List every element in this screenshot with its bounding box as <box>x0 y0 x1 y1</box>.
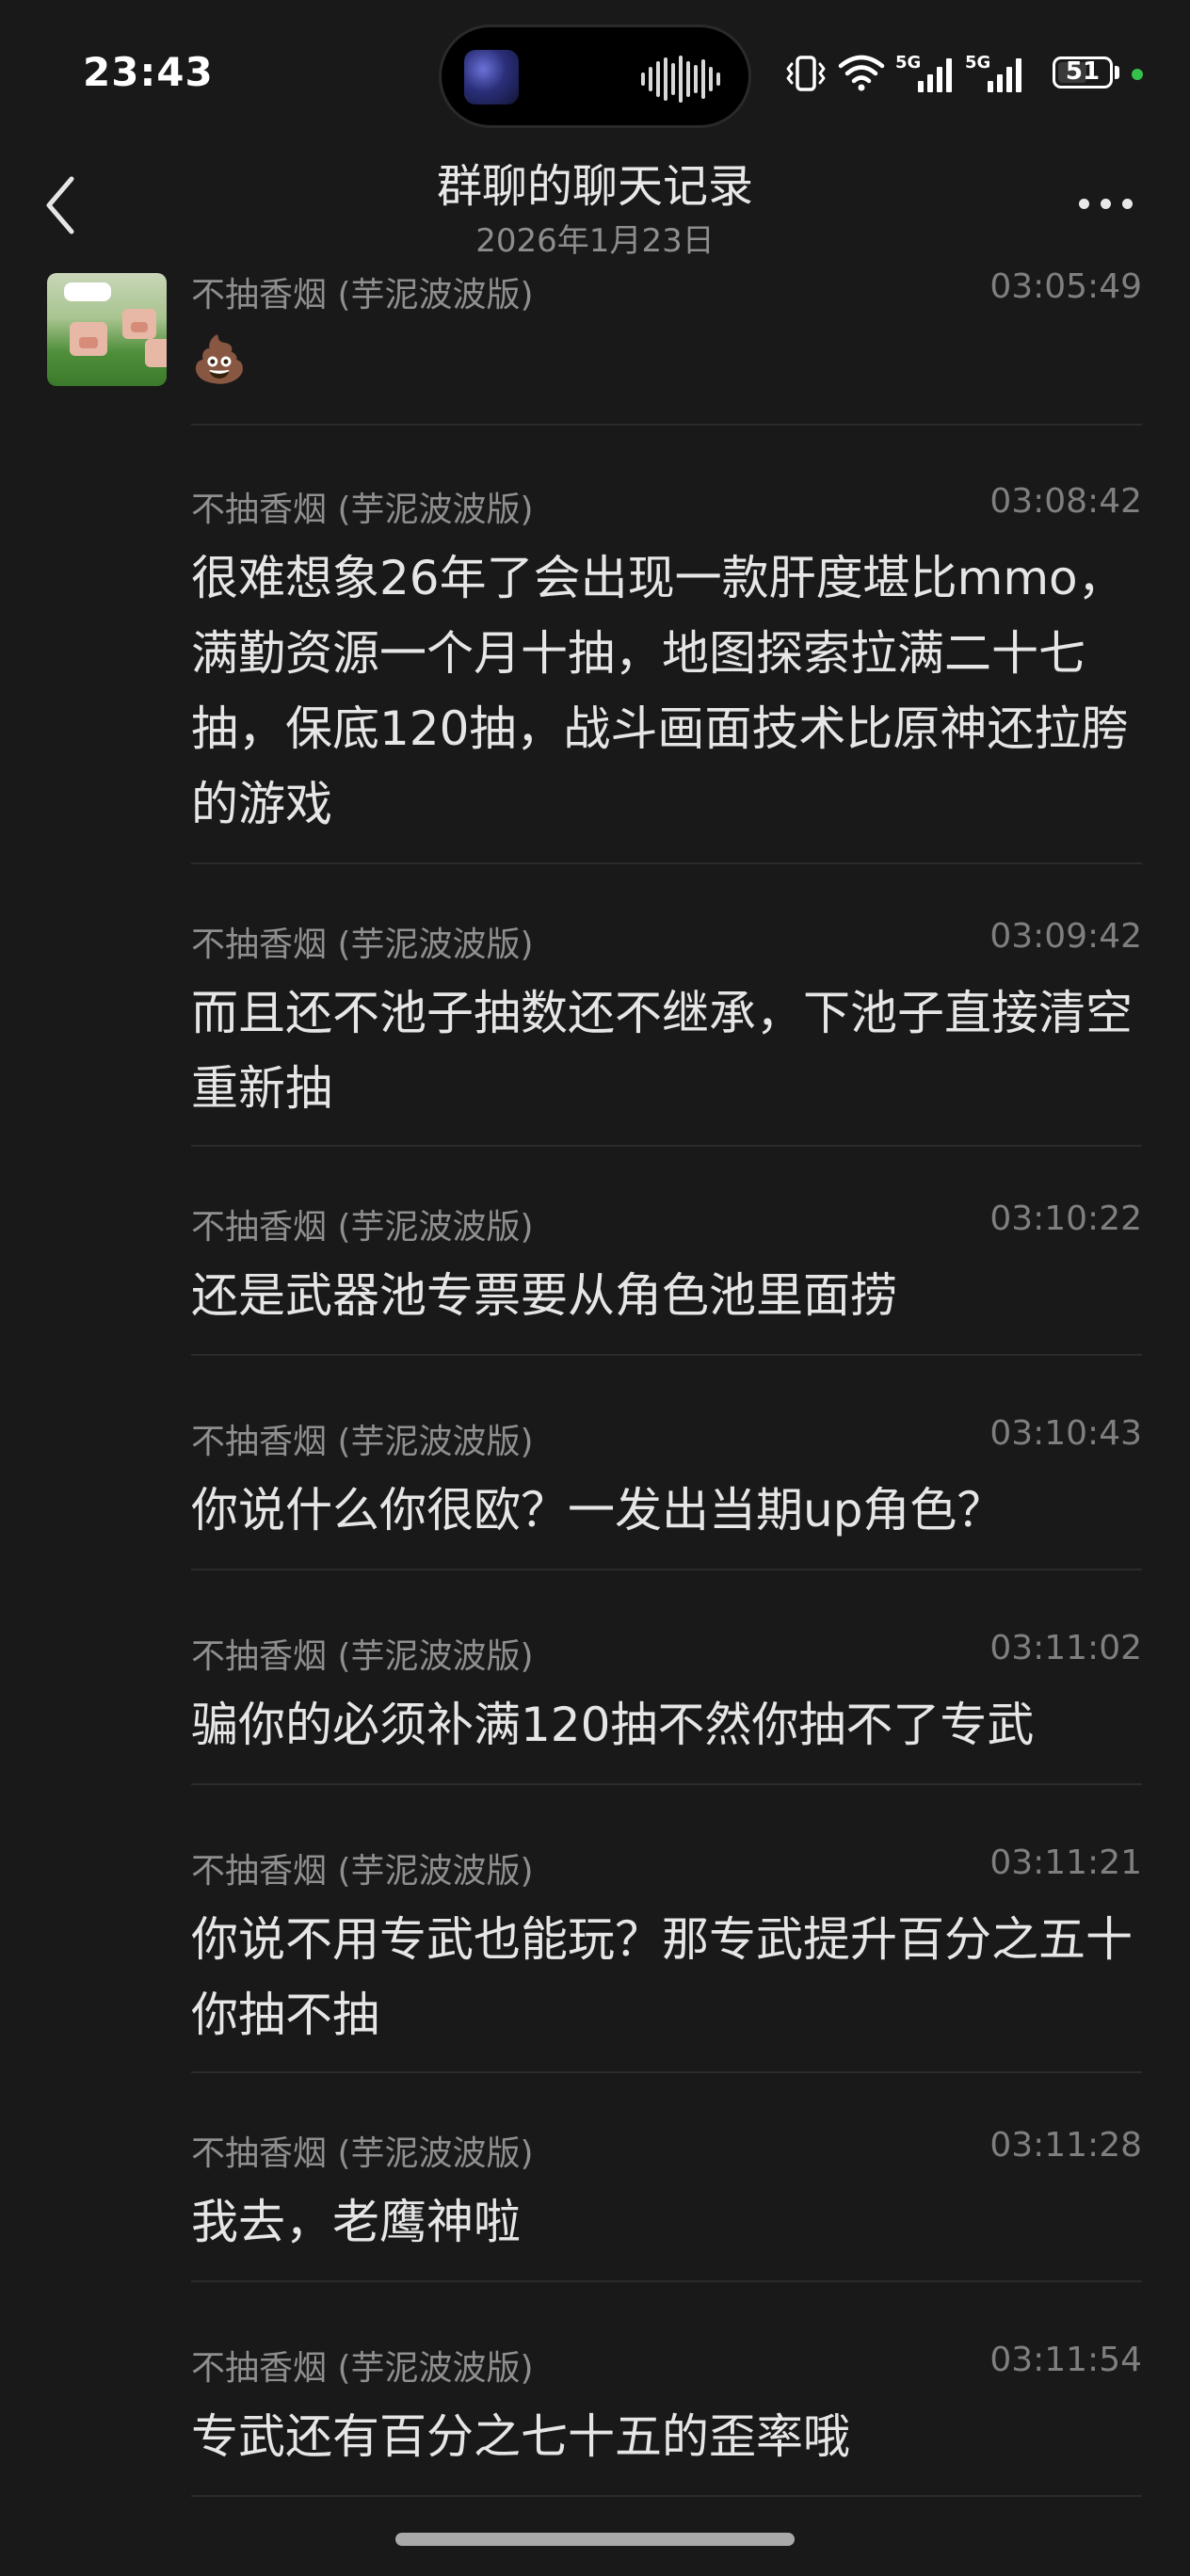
message-time: 03:05:49 <box>989 267 1142 306</box>
message-time: 03:10:43 <box>989 1414 1142 1453</box>
battery-nub <box>1115 66 1119 79</box>
message-time: 03:11:21 <box>989 1843 1142 1882</box>
message-text: 💩 <box>191 333 248 386</box>
sender-name: 不抽香烟 (芋泥波波版) <box>191 1423 534 1461</box>
privacy-indicator-dot <box>1132 69 1143 80</box>
avatar-pig-3 <box>145 339 167 367</box>
message-time: 03:11:02 <box>989 1629 1142 1667</box>
message-time: 03:11:54 <box>989 2341 1142 2379</box>
sender-name: 不抽香烟 (芋泥波波版) <box>191 491 534 529</box>
message-item[interactable]: 不抽香烟 (芋泥波波版) 03:10:43 你说什么你很欧？一发出当期up角色？ <box>191 1414 1142 1538</box>
divider <box>191 2495 1142 2497</box>
page-title: 群聊的聊天记录 <box>436 160 753 213</box>
avatar-speech-bubble <box>64 282 111 301</box>
message-item[interactable]: 不抽香烟 (芋泥波波版) 03:08:42 很难想象26年了会出现一款肝度堪比m… <box>191 482 1142 831</box>
message-text: 而且还不池子抽数还不继承，下池子直接清空重新抽 <box>191 986 1133 1116</box>
sender-name: 不抽香烟 (芋泥波波版) <box>191 1637 534 1676</box>
message-time: 03:08:42 <box>989 482 1142 521</box>
record-date: 2026年1月23日 <box>475 222 715 260</box>
message-text: 很难想象26年了会出现一款肝度堪比mmo，满勤资源一个月十抽，地图探索拉满二十七… <box>191 551 1129 831</box>
message-time: 03:09:42 <box>989 917 1142 956</box>
sender-name: 不抽香烟 (芋泥波波版) <box>191 1208 534 1247</box>
divider <box>191 424 1142 426</box>
message-item[interactable]: 不抽香烟 (芋泥波波版) 03:11:54 专武还有百分之七十五的歪率哦 <box>191 2341 1142 2464</box>
message-text: 你说什么你很欧？一发出当期up角色？ <box>191 1483 1005 1538</box>
sender-name: 不抽香烟 (芋泥波波版) <box>191 926 534 964</box>
message-text: 还是武器池专票要从角色池里面捞 <box>191 1268 897 1323</box>
audio-waveform-icon <box>641 56 720 103</box>
more-options-icon[interactable] <box>1073 190 1139 218</box>
status-clock: 23:43 <box>83 49 214 95</box>
message-time: 03:11:28 <box>989 2126 1142 2165</box>
message-item[interactable]: 不抽香烟 (芋泥波波版) 03:05:49 💩 <box>191 267 1142 409</box>
dynamic-island[interactable] <box>439 24 751 128</box>
message-time: 03:10:22 <box>989 1199 1142 1238</box>
message-item[interactable]: 不抽香烟 (芋泥波波版) 03:11:02 骗你的必须补满120抽不然你抽不了专… <box>191 1629 1142 1752</box>
sender-name: 不抽香烟 (芋泥波波版) <box>191 2349 534 2388</box>
divider <box>191 1783 1142 1785</box>
divider <box>191 1145 1142 1147</box>
divider <box>191 1569 1142 1570</box>
divider <box>191 862 1142 864</box>
avatar[interactable] <box>47 273 167 386</box>
divider <box>191 1354 1142 1356</box>
message-item[interactable]: 不抽香烟 (芋泥波波版) 03:10:22 还是武器池专票要从角色池里面捞 <box>191 1199 1142 1323</box>
message-item[interactable]: 不抽香烟 (芋泥波波版) 03:11:21 你说不用专武也能玩？那专武提升百分之… <box>191 1843 1142 2042</box>
message-item[interactable]: 不抽香烟 (芋泥波波版) 03:09:42 而且还不池子抽数还不继承，下池子直接… <box>191 917 1142 1116</box>
avatar-pig-1-snout <box>79 337 98 348</box>
sender-name: 不抽香烟 (芋泥波波版) <box>191 276 534 314</box>
divider <box>191 2071 1142 2073</box>
message-text: 你说不用专武也能玩？那专武提升百分之五十你抽不抽 <box>191 1912 1133 2042</box>
battery-icon: 51 <box>1053 56 1113 89</box>
home-indicator[interactable] <box>395 2533 795 2546</box>
chat-record-header: 群聊的聊天记录 2026年1月23日 <box>0 141 1190 264</box>
divider <box>191 2280 1142 2282</box>
now-playing-artwork <box>464 50 519 105</box>
avatar-pig-2-snout <box>131 322 148 332</box>
cell-signal-icon-2 <box>988 58 1021 92</box>
cell-signal-icon <box>918 58 952 92</box>
message-item[interactable]: 不抽香烟 (芋泥波波版) 03:11:28 我去，老鹰神啦 <box>191 2126 1142 2249</box>
sender-name: 不抽香烟 (芋泥波波版) <box>191 1852 534 1891</box>
sender-name: 不抽香烟 (芋泥波波版) <box>191 2134 534 2173</box>
wifi-icon <box>838 55 885 91</box>
message-text: 我去，老鹰神啦 <box>191 2195 521 2249</box>
vibrate-icon <box>786 56 826 91</box>
status-bar: 23:43 5G 5G 51 <box>0 0 1190 151</box>
message-text: 专武还有百分之七十五的歪率哦 <box>191 2409 850 2464</box>
battery-level: 51 <box>1065 57 1101 86</box>
message-text: 骗你的必须补满120抽不然你抽不了专武 <box>191 1698 1035 1752</box>
